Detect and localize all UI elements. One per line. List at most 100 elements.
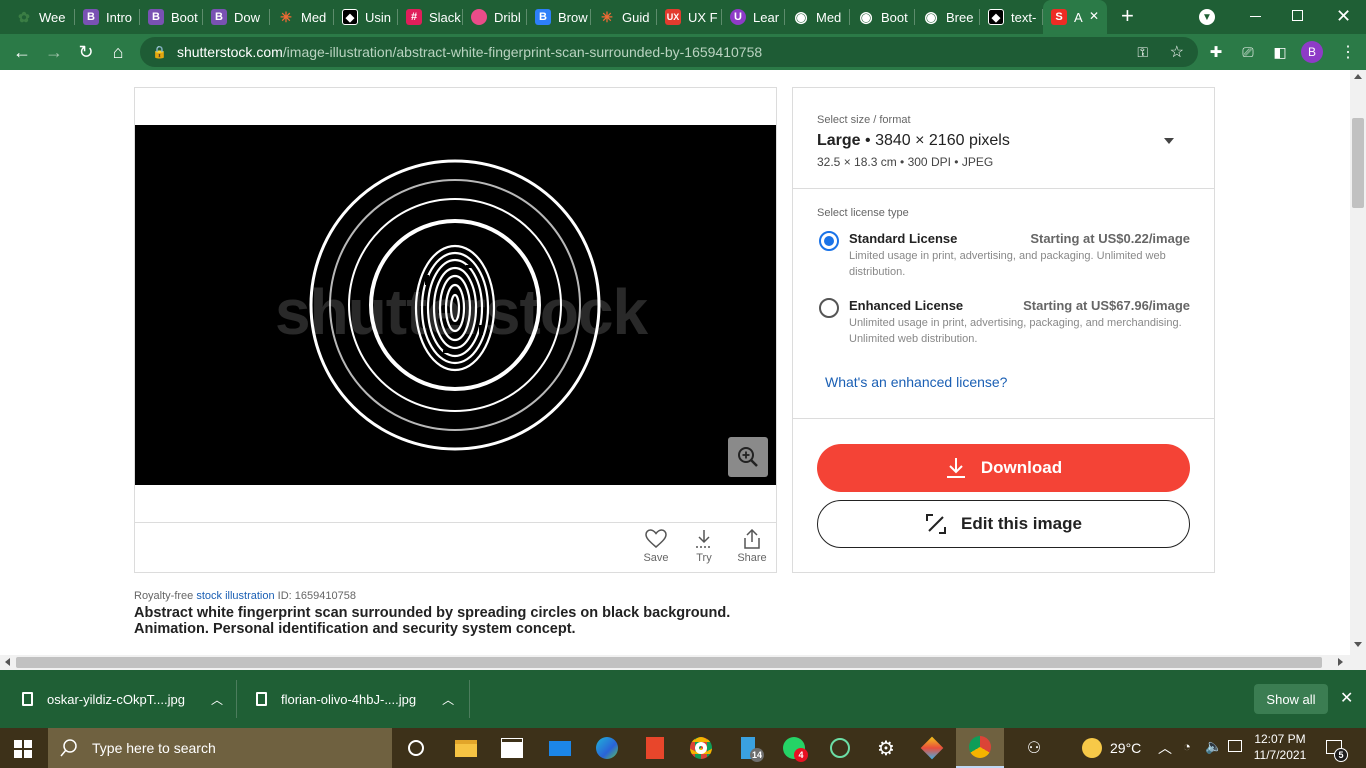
- back-icon[interactable]: ←: [8, 38, 36, 66]
- tab-15[interactable]: ◆ text-: [980, 0, 1043, 34]
- tab-3[interactable]: B Dow: [203, 0, 270, 34]
- tab-12[interactable]: ◉ Med: [785, 0, 850, 34]
- enhanced-radio[interactable]: [819, 298, 839, 318]
- wifi-icon[interactable]: ◔: [1183, 739, 1191, 754]
- chevron-up-icon[interactable]: ︿: [442, 691, 454, 708]
- edit-label: Edit this image: [961, 514, 1082, 533]
- horizontal-scrollbar[interactable]: [0, 655, 1366, 670]
- license-standard[interactable]: Standard License Starting at US$0.22/ima…: [793, 229, 1214, 289]
- cast-icon[interactable]: ⎚: [1234, 38, 1262, 66]
- start-button[interactable]: [14, 740, 32, 758]
- tab-search-icon[interactable]: ▼: [1199, 9, 1215, 25]
- new-tab-icon[interactable]: +: [1121, 5, 1134, 27]
- download-icon: [946, 458, 965, 478]
- chevron-up-icon[interactable]: ︿: [1158, 738, 1172, 758]
- chrome-icon[interactable]: [689, 736, 713, 760]
- tab-13[interactable]: ◉ Boot: [850, 0, 915, 34]
- tab-7[interactable]: Dribl: [463, 0, 527, 34]
- download-item-2[interactable]: florian-olivo-4hbJ-....jpg ︿: [256, 670, 454, 728]
- royalty-free-text: Royalty-free: [134, 590, 197, 602]
- volume-icon[interactable]: 🔈: [1205, 738, 1222, 755]
- restore-icon[interactable]: [1292, 10, 1303, 21]
- tab-16[interactable]: S A ✕: [1043, 0, 1107, 34]
- edit-image-button[interactable]: Edit this image: [817, 500, 1190, 548]
- tab-9[interactable]: ✳ Guid: [591, 0, 657, 34]
- tab-10[interactable]: UX UX F: [657, 0, 722, 34]
- page-content: shutterstock Save Try Share Royalty-free…: [0, 70, 1350, 655]
- close-window-icon[interactable]: ✕: [1336, 6, 1351, 27]
- tab-11[interactable]: U Lear: [722, 0, 785, 34]
- try-label: Try: [696, 552, 712, 564]
- zoom-button[interactable]: [728, 437, 768, 477]
- globe-icon: ◉: [794, 9, 808, 26]
- chevron-up-icon[interactable]: ︿: [211, 691, 223, 708]
- mail-icon[interactable]: [548, 736, 572, 760]
- tab-6[interactable]: # Slack: [398, 0, 463, 34]
- address-bar[interactable]: 🔒 shutterstock.com/image-illustration/ab…: [140, 37, 1198, 67]
- files-app-icon[interactable]: 14: [736, 736, 764, 762]
- vertical-scroll-thumb[interactable]: [1352, 118, 1364, 208]
- tab-label: Dribl: [494, 9, 521, 25]
- task-view-icon[interactable]: [404, 736, 428, 760]
- profile-button[interactable]: B: [1298, 38, 1326, 66]
- taskbar-search[interactable]: Type here to search: [48, 728, 392, 768]
- clock[interactable]: 12:07 PM 11/7/2021: [1252, 731, 1308, 763]
- tab-14[interactable]: ◉ Bree: [915, 0, 980, 34]
- scroll-right-arrow[interactable]: [1338, 658, 1343, 666]
- standard-radio[interactable]: [819, 231, 839, 251]
- home-icon[interactable]: ⌂: [104, 38, 132, 66]
- side-panel-icon[interactable]: ◧: [1266, 38, 1294, 66]
- whatsapp-icon[interactable]: 4: [782, 736, 808, 762]
- enhanced-license-link[interactable]: What's an enhanced license?: [825, 374, 1007, 390]
- divider: [236, 680, 237, 718]
- save-button[interactable]: Save: [636, 529, 676, 564]
- tab-0[interactable]: ✿ Wee: [8, 0, 75, 34]
- download-bar: oskar-yildiz-cOkpT....jpg ︿ florian-oliv…: [0, 670, 1366, 728]
- try-button[interactable]: Try: [684, 529, 724, 564]
- scroll-up-arrow[interactable]: [1354, 74, 1362, 79]
- office-icon[interactable]: [643, 736, 667, 760]
- license-enhanced[interactable]: Enhanced License Starting at US$67.96/im…: [793, 296, 1214, 356]
- file-explorer-icon[interactable]: [454, 736, 478, 760]
- forward-icon[interactable]: →: [40, 38, 68, 66]
- horizontal-scroll-thumb[interactable]: [16, 657, 1322, 668]
- enhanced-title: Enhanced License: [849, 298, 964, 313]
- size-selector[interactable]: Select size / format Large • 3840 × 2160…: [793, 88, 1214, 189]
- image-preview[interactable]: shutterstock: [135, 125, 776, 485]
- download-item-1[interactable]: oskar-yildiz-cOkpT....jpg ︿: [22, 670, 223, 728]
- globe-icon: ◉: [924, 9, 938, 26]
- menu-icon[interactable]: ⋮: [1334, 38, 1362, 66]
- download-button[interactable]: Download: [817, 444, 1190, 492]
- people-icon[interactable]: ⚇: [1022, 736, 1046, 760]
- tab-2[interactable]: B Boot: [140, 0, 203, 34]
- settings-icon[interactable]: ⚙: [874, 736, 898, 760]
- vertical-scrollbar[interactable]: [1350, 70, 1366, 655]
- scroll-down-arrow[interactable]: [1354, 642, 1362, 647]
- tab-1[interactable]: B Intro: [75, 0, 140, 34]
- reload-icon[interactable]: ↻: [72, 38, 100, 66]
- tab-4[interactable]: ✳ Med: [270, 0, 334, 34]
- stock-illustration-link[interactable]: stock illustration: [196, 590, 274, 602]
- language-icon[interactable]: [1228, 740, 1242, 752]
- edge-icon[interactable]: [595, 736, 619, 760]
- close-download-bar-icon[interactable]: ✕: [1340, 688, 1353, 708]
- chrome-profile-taskbar[interactable]: [956, 728, 1004, 768]
- notification-badge: 5: [1334, 748, 1348, 762]
- weather-icon: [1082, 738, 1102, 758]
- zoom-icon: [738, 447, 758, 467]
- extensions-icon[interactable]: ✚: [1202, 38, 1230, 66]
- minimize-icon[interactable]: [1250, 16, 1261, 17]
- key-icon[interactable]: ⚿: [1137, 44, 1148, 61]
- git-icon[interactable]: [920, 736, 944, 760]
- bookmark-star-icon[interactable]: ☆: [1170, 42, 1184, 62]
- scroll-left-arrow[interactable]: [5, 658, 10, 666]
- close-tab-icon[interactable]: ✕: [1089, 9, 1099, 23]
- tab-8[interactable]: B Brow: [527, 0, 591, 34]
- weather-widget[interactable]: 29°C: [1082, 728, 1141, 768]
- tab-5[interactable]: ◆ Usin: [334, 0, 398, 34]
- store-icon[interactable]: [500, 736, 524, 760]
- show-all-button[interactable]: Show all: [1254, 684, 1328, 714]
- heart-icon: [645, 529, 667, 548]
- share-button[interactable]: Share: [732, 529, 772, 564]
- chatgpt-icon[interactable]: [828, 736, 852, 760]
